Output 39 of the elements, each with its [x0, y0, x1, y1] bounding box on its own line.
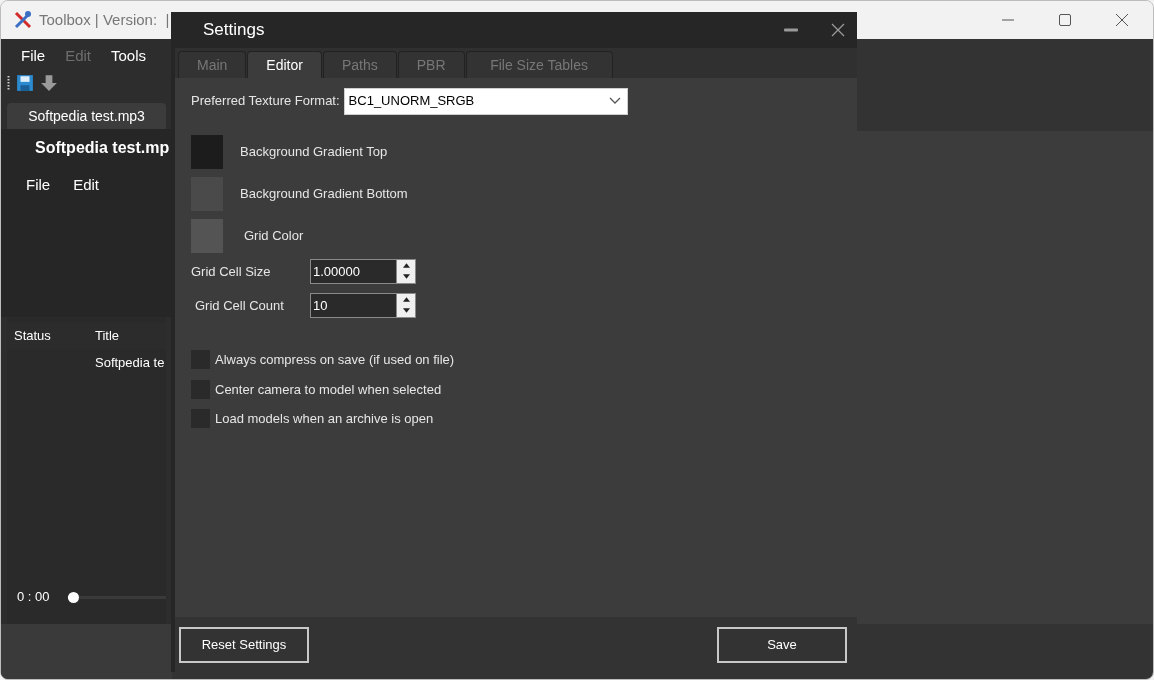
maximize-icon[interactable] [1058, 13, 1072, 27]
option-label: Always compress on save (if used on file) [215, 351, 455, 369]
color-label: Background Gradient Top [240, 143, 388, 162]
close-icon[interactable] [1115, 13, 1129, 27]
spinner-label: Grid Cell Size [191, 262, 272, 281]
grip-icon [7, 75, 10, 91]
save-button[interactable]: Save [717, 626, 847, 663]
menu-item[interactable]: File [26, 174, 51, 197]
tab[interactable]: Editor [247, 51, 322, 78]
column-header: Status [13, 327, 52, 346]
spinner-label: Grid Cell Count [194, 296, 285, 315]
table-cell-text: Softpedia te [95, 354, 165, 373]
color-swatch[interactable] [191, 135, 223, 169]
color-label: Grid Color [244, 227, 304, 246]
reset-button[interactable]: Reset Settings [179, 626, 309, 663]
close-icon[interactable] [831, 23, 845, 37]
option-label: Load models when an archive is open [215, 410, 434, 428]
color-label: Background Gradient Bottom [240, 185, 408, 204]
tools-icon [13, 10, 33, 30]
dialog-title: Settings [203, 19, 265, 42]
chevron-down-icon [608, 97, 621, 105]
menu-item[interactable]: File [21, 44, 46, 68]
minimize-icon[interactable] [784, 28, 798, 32]
number-spinner[interactable]: 10 [310, 293, 416, 318]
menu-item[interactable]: Tools [111, 44, 147, 68]
column-header: Title [95, 327, 120, 346]
file-tab[interactable]: Softpedia test.mp3 [7, 103, 166, 129]
dropdown-value: BC1_UNORM_SRGB [348, 92, 476, 111]
spinner-value: 10 [312, 297, 329, 315]
spinner-value: 1.00000 [312, 263, 361, 281]
slider-thumb[interactable] [67, 591, 79, 603]
window-title: Toolbox | Version: | [39, 9, 170, 30]
texture-format-dropdown[interactable]: BC1_UNORM_SRGB [343, 87, 628, 115]
color-swatch[interactable] [191, 219, 223, 253]
number-spinner[interactable]: 1.00000 [310, 259, 416, 284]
texture-format-label: Preferred Texture Format: [191, 92, 340, 111]
time-label: 0 : 00 [16, 588, 51, 607]
menu-item[interactable]: Edit [73, 174, 100, 197]
option-label: Center camera to model when selected [215, 380, 442, 399]
